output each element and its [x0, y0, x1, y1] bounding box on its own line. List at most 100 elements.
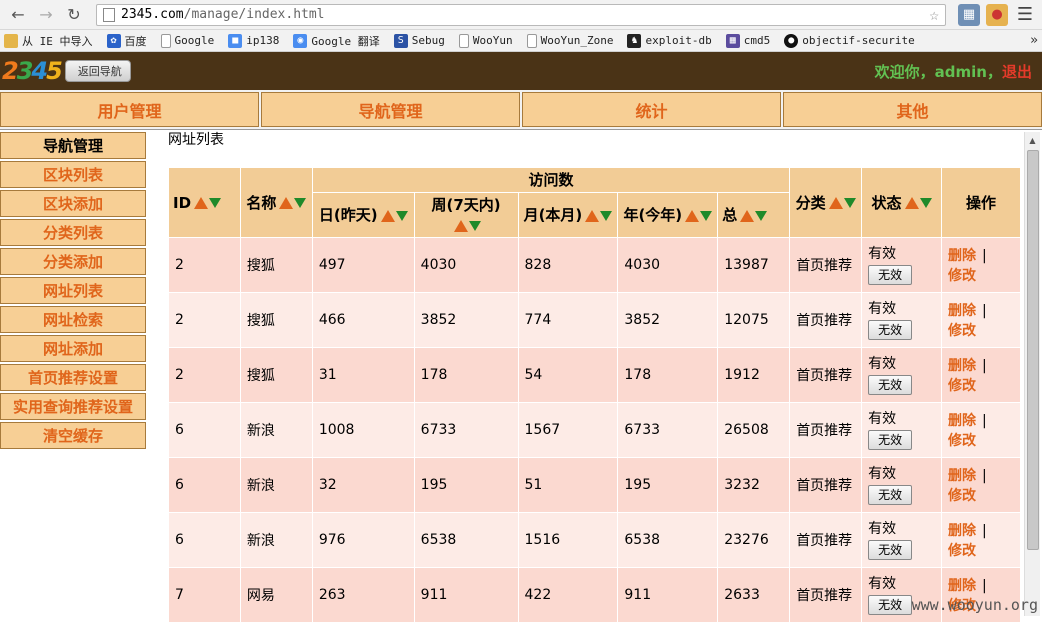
sidebar-item-home-recommend[interactable]: 首页推荐设置 — [0, 364, 146, 391]
bookmark-google-translate[interactable]: ◉ Google 翻译 — [293, 33, 380, 49]
ip138-icon: ■ — [228, 33, 243, 48]
set-invalid-button[interactable]: 无效 — [868, 375, 913, 395]
sort-desc-icon[interactable] — [209, 198, 222, 208]
topnav-user-management[interactable]: 用户管理 — [0, 92, 259, 127]
set-invalid-button[interactable]: 无效 — [868, 320, 913, 340]
edit-link[interactable]: 修改 — [948, 488, 976, 504]
sidebar-item-category-list[interactable]: 分类列表 — [0, 219, 146, 246]
bookmark-cmd5[interactable]: ▦ cmd5 — [725, 33, 770, 48]
cell-total: 12075 — [717, 292, 791, 348]
bookmark-exploit-db[interactable]: ♞ exploit-db — [627, 33, 712, 48]
sort-asc-icon[interactable] — [380, 209, 395, 222]
sidebar-item-clear-cache[interactable]: 清空缓存 — [0, 422, 146, 449]
sort-desc-icon[interactable] — [843, 198, 856, 208]
edit-link[interactable]: 修改 — [948, 378, 976, 394]
bookmark-wooyun[interactable]: WooYun — [458, 33, 513, 48]
col-month: 月(本月) — [517, 192, 619, 238]
sort-asc-icon[interactable] — [194, 197, 209, 209]
sidebar-item-category-add[interactable]: 分类添加 — [0, 248, 146, 275]
bookmark-wooyun-zone[interactable]: WooYun_Zone — [526, 33, 613, 48]
sidebar-item-url-list[interactable]: 网址列表 — [0, 277, 146, 304]
edit-link[interactable]: 修改 — [948, 323, 976, 339]
bookmark-import[interactable]: 从 IE 中导入 — [4, 33, 93, 49]
sidebar-item-tool-recommend[interactable]: 实用查询推荐设置 — [0, 393, 146, 420]
bookmark-ip138[interactable]: ■ ip138 — [228, 33, 280, 48]
set-invalid-button[interactable]: 无效 — [868, 595, 913, 615]
sort-asc-icon[interactable] — [279, 197, 294, 209]
cell-category: 首页推荐 — [789, 347, 863, 403]
cell-day: 1008 — [311, 402, 415, 458]
delete-link[interactable]: 删除 — [948, 578, 976, 594]
topnav-other[interactable]: 其他 — [783, 92, 1042, 127]
back-to-nav-button[interactable]: 返回导航 — [64, 60, 131, 82]
sort-desc-icon[interactable] — [919, 198, 932, 208]
status-text: 有效 — [868, 301, 897, 317]
delete-link[interactable]: 删除 — [948, 523, 976, 539]
cell-id: 7 — [168, 567, 241, 623]
sort-asc-icon[interactable] — [585, 209, 600, 222]
sidebar-item-block-add[interactable]: 区块添加 — [0, 190, 146, 217]
page-icon — [458, 33, 469, 48]
logout-link[interactable]: 退出 — [1002, 63, 1032, 81]
sidebar-item-url-add[interactable]: 网址添加 — [0, 335, 146, 362]
set-invalid-button[interactable]: 无效 — [868, 485, 913, 505]
extension-icon[interactable]: ▦ — [958, 3, 980, 26]
sort-asc-icon[interactable] — [454, 219, 469, 232]
scroll-up-icon[interactable]: ▲ — [1025, 132, 1040, 148]
bookmark-google[interactable]: Google — [160, 33, 214, 48]
welcome-prefix: 欢迎你， — [874, 62, 935, 81]
sort-desc-icon[interactable] — [294, 198, 307, 208]
sort-asc-icon[interactable] — [740, 209, 755, 222]
watermark: www.wooyun.org — [911, 596, 1038, 614]
reload-icon[interactable]: ↻ — [62, 3, 86, 27]
col-day: 日(昨天) — [311, 192, 415, 238]
sidebar-item-block-list[interactable]: 区块列表 — [0, 161, 146, 188]
set-invalid-button[interactable]: 无效 — [868, 265, 913, 285]
vertical-scrollbar[interactable]: ▲ — [1024, 132, 1040, 616]
bookmark-baidu[interactable]: ✿ 百度 — [106, 33, 147, 49]
more-bookmarks-icon[interactable]: » — [1030, 33, 1038, 48]
menu-icon[interactable]: ☰ — [1014, 4, 1036, 26]
sort-asc-icon[interactable] — [685, 209, 700, 222]
sidebar-item-url-search[interactable]: 网址检索 — [0, 306, 146, 333]
edit-link[interactable]: 修改 — [948, 543, 976, 559]
set-invalid-button[interactable]: 无效 — [868, 430, 913, 450]
logo[interactable]: 2345 — [2, 57, 63, 85]
page-icon — [526, 33, 537, 48]
scroll-thumb[interactable] — [1027, 150, 1039, 550]
col-total: 总 — [717, 192, 791, 238]
delete-link[interactable]: 删除 — [948, 358, 976, 374]
delete-link[interactable]: 删除 — [948, 413, 976, 429]
objectif-securite-icon: ● — [784, 33, 799, 48]
address-bar[interactable]: 2345.com/manage/index.html ☆ — [96, 3, 946, 26]
edit-link[interactable]: 修改 — [948, 433, 976, 449]
sort-desc-icon[interactable] — [469, 220, 482, 231]
set-invalid-button[interactable]: 无效 — [868, 540, 913, 560]
sort-desc-icon[interactable] — [755, 210, 768, 221]
col-name: 名称 — [239, 167, 313, 238]
cell-status: 有效 无效 — [861, 512, 943, 568]
delete-link[interactable]: 删除 — [948, 248, 976, 264]
delete-link[interactable]: 删除 — [948, 468, 976, 484]
sort-desc-icon[interactable] — [600, 210, 613, 221]
cell-category: 首页推荐 — [789, 237, 863, 293]
topnav-nav-management[interactable]: 导航管理 — [261, 92, 520, 127]
bookmark-sebug[interactable]: S Sebug — [393, 33, 445, 48]
cell-month: 828 — [517, 237, 619, 293]
back-arrow-icon[interactable]: ← — [6, 3, 30, 27]
cell-ops: 删除 | 修改 — [941, 347, 1021, 403]
sort-desc-icon[interactable] — [395, 210, 408, 221]
sort-desc-icon[interactable] — [700, 210, 713, 221]
cell-day: 466 — [311, 292, 415, 348]
sort-asc-icon[interactable] — [904, 197, 919, 209]
edit-link[interactable]: 修改 — [948, 268, 976, 284]
forward-arrow-icon[interactable]: → — [34, 3, 58, 27]
sort-asc-icon[interactable] — [828, 197, 843, 209]
page-icon — [160, 33, 171, 48]
topnav-statistics[interactable]: 统计 — [522, 92, 781, 127]
bookmark-star-icon[interactable]: ☆ — [929, 5, 939, 24]
bookmark-objectif-securite[interactable]: ● objectif-securite — [784, 33, 915, 48]
extension-icon[interactable]: ● — [986, 3, 1008, 26]
delete-link[interactable]: 删除 — [948, 303, 976, 319]
bookmark-label: ip138 — [246, 34, 280, 47]
